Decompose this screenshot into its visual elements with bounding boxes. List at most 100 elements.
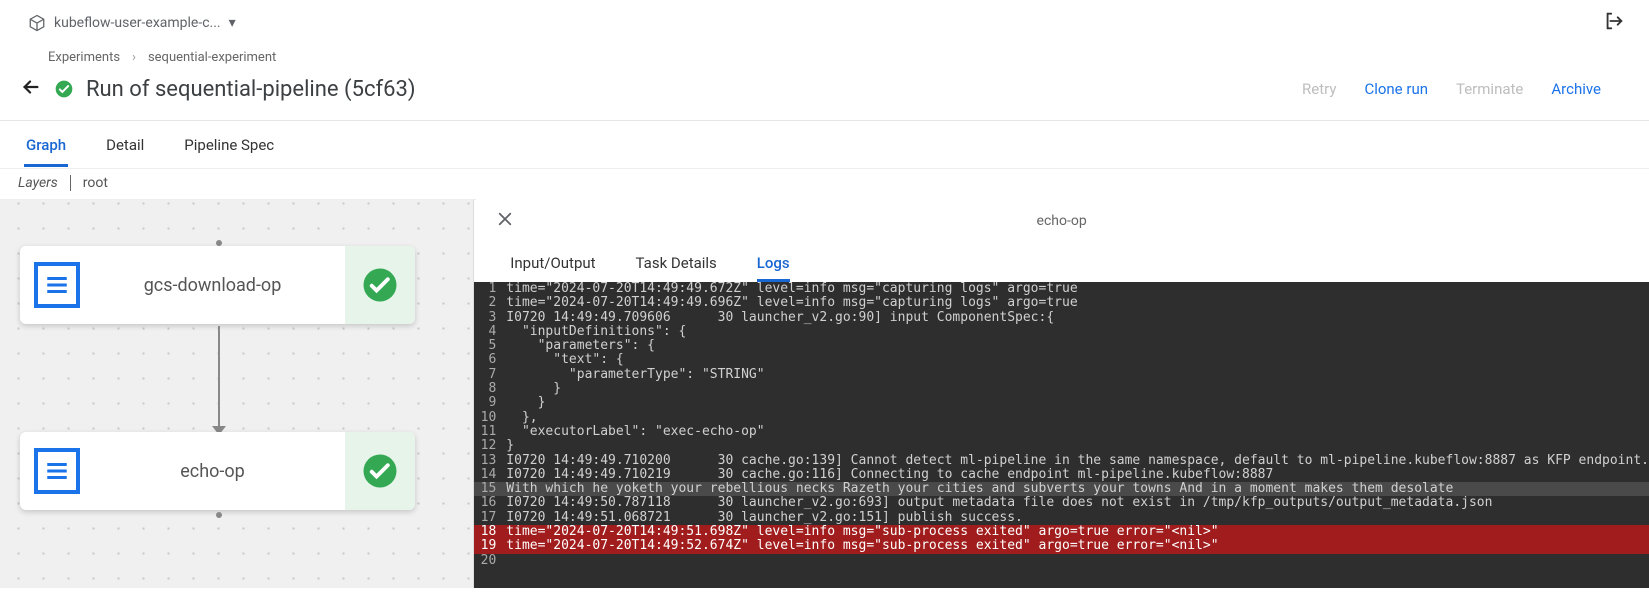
breadcrumb-experiments[interactable]: Experiments (48, 50, 120, 65)
log-line-text: time="2024-07-20T14:49:52.674Z" level=in… (504, 539, 1649, 553)
log-line-text: }, (504, 411, 1649, 425)
log-line[interactable]: 20 (474, 554, 1649, 568)
node-echo-op[interactable]: echo-op (20, 432, 415, 510)
layers-root[interactable]: root (83, 175, 108, 191)
check-circle-icon (362, 453, 398, 489)
log-line-number: 2 (474, 296, 504, 310)
log-line-text: With which he yoketh your rebellious nec… (504, 482, 1649, 496)
log-line[interactable]: 9 } (474, 396, 1649, 410)
log-line-text: I0720 14:49:50.787118 30 launcher_v2.go:… (504, 496, 1649, 510)
panel-title: echo-op (1037, 213, 1087, 229)
status-success-icon (54, 79, 74, 99)
log-line[interactable]: 15With which he yoketh your rebellious n… (474, 482, 1649, 496)
panel-tab-logs[interactable]: Logs (757, 254, 790, 282)
cube-icon (28, 14, 46, 32)
node-status (345, 432, 415, 510)
namespace-label: kubeflow-user-example-c... (54, 15, 221, 31)
log-line-number: 17 (474, 511, 504, 525)
log-line-number: 12 (474, 439, 504, 453)
log-line[interactable]: 2time="2024-07-20T14:49:49.696Z" level=i… (474, 296, 1649, 310)
log-line-number: 6 (474, 353, 504, 367)
chevron-down-icon: ▾ (229, 15, 236, 31)
log-line[interactable]: 11 "executorLabel": "exec-echo-op" (474, 425, 1649, 439)
log-line[interactable]: 18time="2024-07-20T14:49:51.698Z" level=… (474, 525, 1649, 539)
log-line-text: "text": { (504, 353, 1649, 367)
log-line-text: } (504, 382, 1649, 396)
log-line-number: 7 (474, 368, 504, 382)
log-line[interactable]: 4 "inputDefinitions": { (474, 325, 1649, 339)
log-line-text: } (504, 439, 1649, 453)
title-bar: Run of sequential-pipeline (5cf63) Retry… (0, 68, 1649, 121)
panel-tabs: Input/Output Task Details Logs (474, 242, 1649, 282)
tab-graph[interactable]: Graph (24, 123, 68, 167)
breadcrumb: Experiments › sequential-experiment (0, 46, 1649, 68)
node-status (345, 246, 415, 324)
log-line-number: 10 (474, 411, 504, 425)
component-icon (34, 262, 80, 308)
log-line-number: 9 (474, 396, 504, 410)
log-line-text: time="2024-07-20T14:49:49.696Z" level=in… (504, 296, 1649, 310)
top-bar: kubeflow-user-example-c... ▾ (0, 0, 1649, 46)
clone-run-button[interactable]: Clone run (1364, 80, 1428, 98)
breadcrumb-experiment-name[interactable]: sequential-experiment (148, 50, 276, 65)
close-panel-button[interactable] (496, 210, 514, 232)
back-button[interactable] (20, 76, 42, 102)
layers-label: Layers (18, 175, 58, 191)
log-line-text: I0720 14:49:51.068721 30 launcher_v2.go:… (504, 511, 1649, 525)
retry-button: Retry (1302, 80, 1336, 98)
logout-icon (1603, 10, 1625, 32)
log-line[interactable]: 8 } (474, 382, 1649, 396)
log-line-text: time="2024-07-20T14:49:51.698Z" level=in… (504, 525, 1649, 539)
tab-pipeline-spec[interactable]: Pipeline Spec (182, 123, 276, 167)
archive-button[interactable]: Archive (1551, 80, 1601, 98)
close-icon (496, 210, 514, 228)
log-line[interactable]: 16I0720 14:49:50.787118 30 launcher_v2.g… (474, 496, 1649, 510)
graph-canvas[interactable]: gcs-download-op echo-op (0, 200, 473, 588)
workspace: gcs-download-op echo-op echo-op Inp (0, 200, 1649, 588)
log-line-number: 4 (474, 325, 504, 339)
log-line[interactable]: 17I0720 14:49:51.068721 30 launcher_v2.g… (474, 511, 1649, 525)
log-line[interactable]: 14I0720 14:49:49.710219 30 cache.go:116]… (474, 468, 1649, 482)
arrow-left-icon (20, 76, 42, 98)
log-line-number: 16 (474, 496, 504, 510)
terminate-button: Terminate (1456, 80, 1523, 98)
log-line-number: 13 (474, 454, 504, 468)
component-icon (34, 448, 80, 494)
log-line-number: 18 (474, 525, 504, 539)
log-line-text: I0720 14:49:49.710200 30 cache.go:139] C… (504, 454, 1649, 468)
check-circle-icon (362, 267, 398, 303)
tab-detail[interactable]: Detail (104, 123, 146, 167)
main-tabs: Graph Detail Pipeline Spec (0, 121, 1649, 169)
log-line[interactable]: 10 }, (474, 411, 1649, 425)
log-line[interactable]: 19time="2024-07-20T14:49:52.674Z" level=… (474, 539, 1649, 553)
page-title: Run of sequential-pipeline (5cf63) (86, 77, 416, 102)
log-line-number: 11 (474, 425, 504, 439)
log-line-text (504, 554, 1649, 568)
log-line-text: "inputDefinitions": { (504, 325, 1649, 339)
page-actions: Retry Clone run Terminate Archive (1302, 80, 1601, 98)
logout-button[interactable] (1603, 10, 1625, 36)
log-viewer[interactable]: 1time="2024-07-20T14:49:49.672Z" level=i… (474, 282, 1649, 588)
edge (218, 326, 220, 430)
edge-dot (216, 512, 222, 518)
log-line[interactable]: 5 "parameters": { (474, 339, 1649, 353)
chevron-right-icon: › (132, 50, 136, 65)
node-gcs-download-op[interactable]: gcs-download-op (20, 246, 415, 324)
divider (70, 175, 71, 191)
log-line[interactable]: 13I0720 14:49:49.710200 30 cache.go:139]… (474, 454, 1649, 468)
log-line[interactable]: 1time="2024-07-20T14:49:49.672Z" level=i… (474, 282, 1649, 296)
log-line-text: I0720 14:49:49.710219 30 cache.go:116] C… (504, 468, 1649, 482)
log-line[interactable]: 12} (474, 439, 1649, 453)
panel-tab-io[interactable]: Input/Output (510, 254, 595, 282)
namespace-selector[interactable]: kubeflow-user-example-c... ▾ (28, 14, 236, 32)
log-line[interactable]: 6 "text": { (474, 353, 1649, 367)
log-line-text: "executorLabel": "exec-echo-op" (504, 425, 1649, 439)
log-line[interactable]: 3I0720 14:49:49.709606 30 launcher_v2.go… (474, 311, 1649, 325)
log-line[interactable]: 7 "parameterType": "STRING" (474, 368, 1649, 382)
log-line-number: 1 (474, 282, 504, 296)
log-line-text: } (504, 396, 1649, 410)
log-line-number: 19 (474, 539, 504, 553)
log-line-text: I0720 14:49:49.709606 30 launcher_v2.go:… (504, 311, 1649, 325)
node-label: gcs-download-op (80, 275, 345, 296)
panel-tab-task-details[interactable]: Task Details (636, 254, 717, 282)
